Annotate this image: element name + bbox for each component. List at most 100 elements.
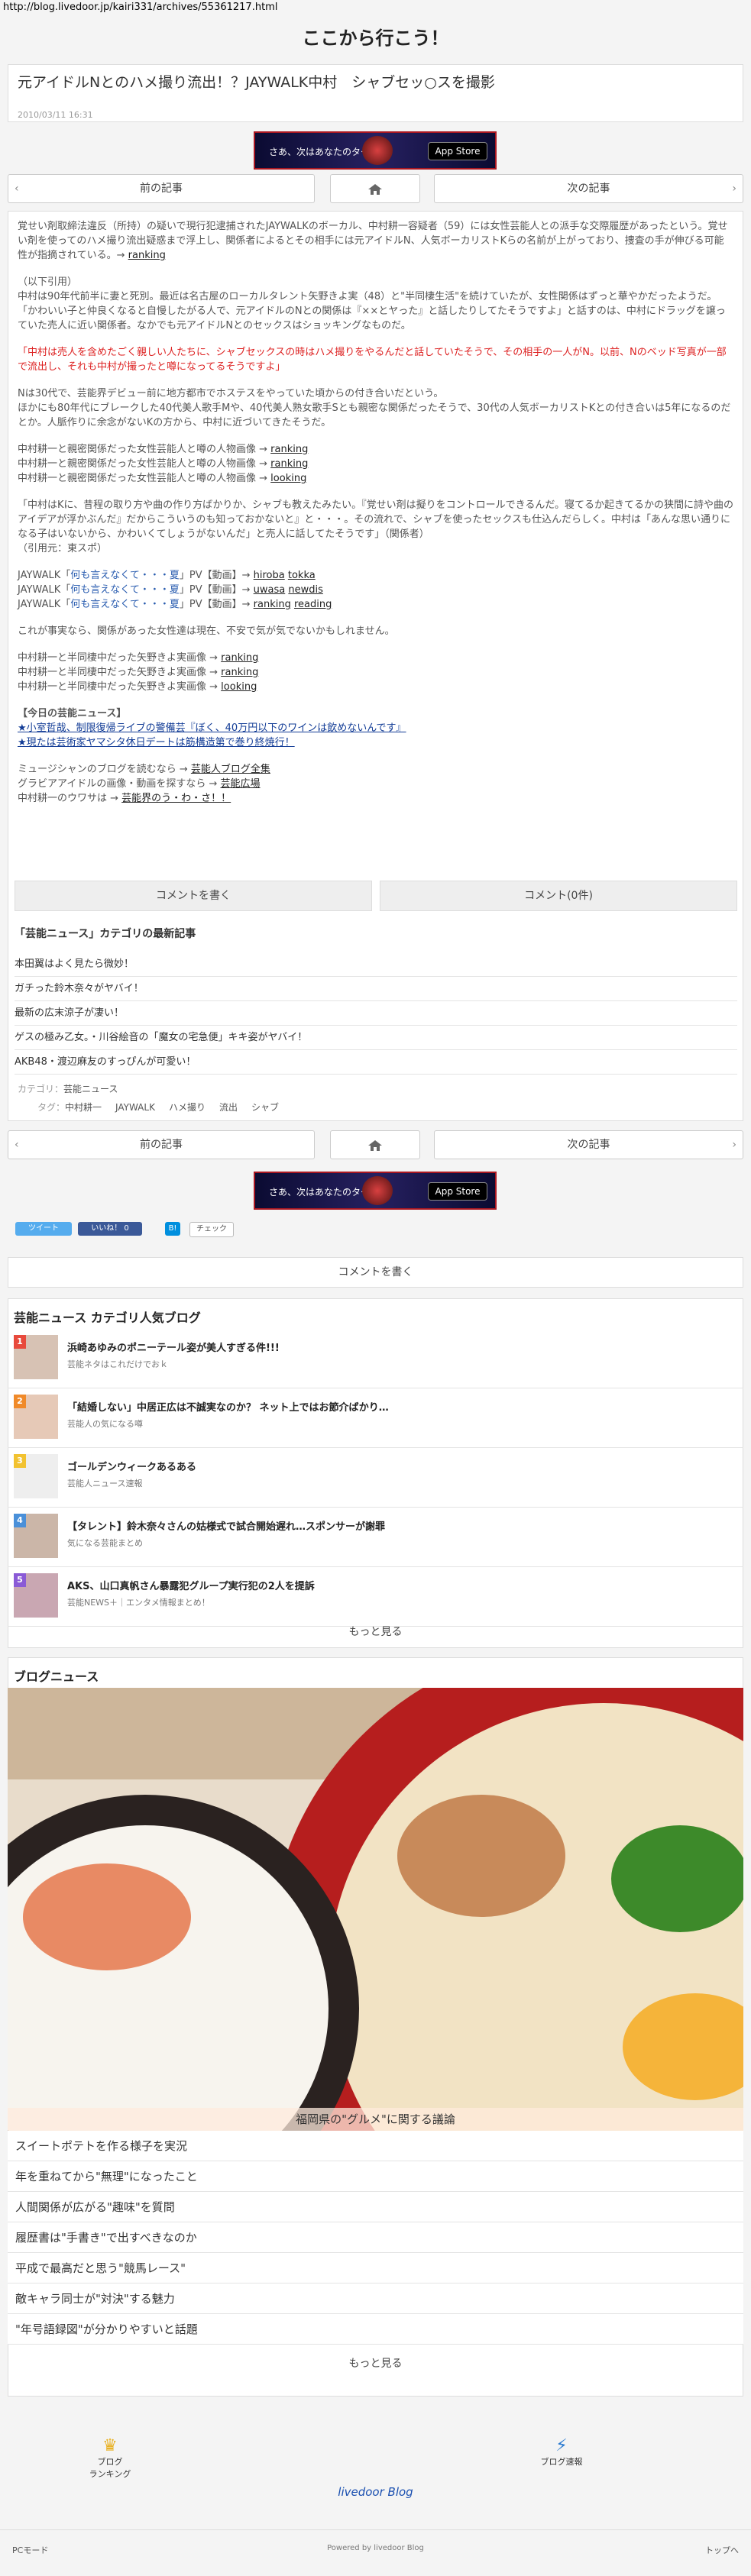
paragraph-3-highlight: 「中村は売人を含めたごく親しい人たちに、シャブセックスの時はハメ撮りをやるんだと… bbox=[18, 347, 727, 373]
footer-bar: PCモード Powered by livedoor Blog トップへ bbox=[0, 2529, 751, 2576]
image-link[interactable]: ranking bbox=[270, 458, 308, 470]
mixi-check-button[interactable]: チェック bbox=[189, 1222, 234, 1237]
tweet-button[interactable]: ツイート bbox=[15, 1222, 72, 1236]
comment-count-button[interactable]: コメント(0件) bbox=[380, 881, 737, 911]
blog-news-item[interactable]: 年を重ねてから"無理"になったこと bbox=[8, 2161, 743, 2192]
article-tags: タグ：中村耕一 JAYWALK ハメ撮り 流出 シャブ bbox=[37, 1102, 279, 1113]
latest-article-item[interactable]: ゲスの極み乙女。・川谷絵音の「魔女の宅急便」キキ姿がヤバイ！ bbox=[15, 1026, 737, 1050]
blog-news-item[interactable]: スイートポテトを作る様子を実況 bbox=[8, 2131, 743, 2161]
category-link[interactable]: 芸能ニュース bbox=[63, 1084, 118, 1094]
livedoor-blog-logo[interactable]: livedoor Blog bbox=[0, 2485, 751, 2499]
latest-article-item[interactable]: ガチった鈴木奈々がヤバイ！ bbox=[15, 977, 737, 1001]
image-link[interactable]: looking bbox=[221, 681, 257, 693]
image-link[interactable]: ranking bbox=[270, 444, 308, 455]
paragraph-2: （以下引用） 中村は90年代前半に妻と死別。最近は名古屋のローカルタレント矢野きよ… bbox=[18, 276, 726, 331]
popular-blog-item[interactable]: 4 【タレント】鈴木奈々さんの姑様式で試合開始遅れ…スポンサーが謝罪 気になる芸… bbox=[8, 1508, 743, 1567]
facebook-like-button[interactable]: いいね！ 0 bbox=[78, 1222, 142, 1236]
home-button[interactable] bbox=[330, 1130, 420, 1159]
article-pager-top: ‹ 前の記事 次の記事 › bbox=[8, 174, 743, 205]
pv-link[interactable]: reading bbox=[294, 599, 332, 610]
promo-link[interactable]: 芸能広場 bbox=[221, 778, 261, 790]
app-store-badge[interactable]: App Store bbox=[428, 1182, 487, 1201]
prev-article-button[interactable]: ‹ 前の記事 bbox=[8, 174, 315, 203]
tag-link[interactable]: 流出 bbox=[219, 1102, 238, 1113]
popular-blog-item[interactable]: 2 「結婚しない」中居正広は不誠実なのか？ ネット上ではお節介ばかり… 芸能人の… bbox=[8, 1388, 743, 1448]
write-comment-button[interactable]: コメントを書く bbox=[15, 881, 372, 911]
latest-article-item[interactable]: 最新の広末涼子が凄い！ bbox=[15, 1001, 737, 1026]
image-link[interactable]: looking bbox=[270, 473, 306, 484]
popular-blogs-more-button[interactable]: もっと見る bbox=[8, 1618, 743, 1648]
ranking-link[interactable]: ranking bbox=[128, 250, 166, 261]
home-icon bbox=[368, 1140, 382, 1151]
blog-news-item[interactable]: 人間関係が広がる"趣味"を質問 bbox=[8, 2192, 743, 2222]
blog-news-item[interactable]: "年号語録図"が分かりやすいと話題 bbox=[8, 2314, 743, 2345]
tag-link[interactable]: 中村耕一 bbox=[65, 1102, 102, 1113]
promo-link[interactable]: 芸能界のう・わ・さ！！ bbox=[121, 793, 231, 804]
article-category: カテゴリ：芸能ニュース bbox=[18, 1084, 118, 1094]
promo-link[interactable]: 芸能人ブログ全集 bbox=[191, 764, 270, 775]
pv-links: JAYWALK「何も言えなくて・・・夏」PV【動画】→ hiroba tokka… bbox=[18, 570, 332, 610]
blog-thumbnail: 5 bbox=[14, 1573, 58, 1618]
pv-link[interactable]: newdis bbox=[288, 584, 323, 596]
paragraph-1: 覚せい剤取締法違反（所持）の疑いで現行犯逮捕されたJAYWALKのボーカル、中村… bbox=[18, 221, 728, 261]
blog-thumbnail: 4 bbox=[14, 1514, 58, 1558]
pv-link[interactable]: uwasa bbox=[254, 584, 286, 596]
next-article-button[interactable]: 次の記事 › bbox=[434, 174, 743, 203]
blog-news-more-button[interactable]: もっと見る bbox=[8, 2349, 743, 2380]
featured-news-caption: 福岡県の"グルメ"に関する議論 bbox=[8, 2108, 743, 2131]
browser-url: http://blog.livedoor.jp/kairi331/archive… bbox=[3, 2, 278, 13]
home-icon bbox=[368, 184, 382, 195]
paragraph-5: 「中村はKに、昔程の取り方や曲の作り方ばかりか、シャブも教えたみたい。『覚せい剤… bbox=[18, 499, 733, 554]
blog-ranking-link[interactable]: ♛ ブログ ランキング bbox=[18, 2436, 202, 2480]
tag-link[interactable]: JAYWALK bbox=[115, 1102, 155, 1113]
food-photo bbox=[8, 1688, 743, 2131]
blog-news-item[interactable]: 履歴書は"手書き"で出すべきなのか bbox=[8, 2222, 743, 2253]
chevron-left-icon: ‹ bbox=[15, 1139, 19, 1151]
hatena-bookmark-button[interactable]: B! bbox=[165, 1222, 180, 1236]
image-link[interactable]: ranking bbox=[221, 667, 258, 678]
site-title[interactable]: ここから行こう！ bbox=[0, 23, 751, 50]
home-button[interactable] bbox=[330, 174, 420, 203]
tag-link[interactable]: ハメ撮り bbox=[169, 1102, 206, 1113]
today-news-link[interactable]: ★小室哲哉、制限復帰ライブの警備芸『ぼく、40万円以下のワインは飲めないんです』 bbox=[18, 722, 406, 734]
pv-link[interactable]: hiroba bbox=[254, 570, 285, 581]
blog-thumbnail: 3 bbox=[14, 1454, 58, 1498]
article-pager-bottom: ‹ 前の記事 次の記事 › bbox=[8, 1130, 743, 1161]
today-news: 【今日の芸能ニュース】 ★小室哲哉、制限復帰ライブの警備芸『ぼく、40万円以下の… bbox=[18, 708, 406, 748]
article-header: 元アイドルNとのハメ撮り流出！？JAYWALK中村 シャブセッ○スを撮影 201… bbox=[8, 64, 743, 122]
next-article-button[interactable]: 次の記事 › bbox=[434, 1130, 743, 1159]
next-article-label: 次の記事 bbox=[567, 183, 610, 195]
popular-blog-item[interactable]: 3 ゴールデンウィークあるある 芸能人ニュース速報 bbox=[8, 1448, 743, 1508]
banner-character-icon bbox=[362, 1176, 393, 1205]
app-store-badge[interactable]: App Store bbox=[428, 142, 487, 160]
app-banner-bottom[interactable]: さあ、次はあなたのターン App Store bbox=[254, 1172, 497, 1210]
latest-article-item[interactable]: 本田翼はよく見たら微妙！ bbox=[15, 952, 737, 977]
promo-links: ミュージシャンのブログを読むなら → 芸能人ブログ全集 グラビアアイドルの画像・… bbox=[18, 764, 270, 804]
latest-article-item[interactable]: AKB48・渡辺麻友のすっぴんが可愛い！ bbox=[15, 1050, 737, 1075]
powered-by-text: Powered by livedoor Blog bbox=[327, 2544, 424, 2552]
crown-icon: ♛ bbox=[102, 2436, 118, 2455]
to-top-link[interactable]: トップへ bbox=[705, 2544, 739, 2556]
pv-link[interactable]: tokka bbox=[288, 570, 316, 581]
blog-news-item[interactable]: 平成で最高だと思う"競馬レース" bbox=[8, 2253, 743, 2283]
pv-link[interactable]: ranking bbox=[254, 599, 291, 610]
lightning-icon: ⚡ bbox=[555, 2436, 568, 2455]
article-body: 覚せい剤取締法違反（所持）の疑いで現行犯逮捕されたJAYWALKのボーカル、中村… bbox=[8, 211, 743, 1121]
paragraph-6: これが事実なら、関係があった女性達は現在、不安で気が気でないかもしれません。 bbox=[18, 625, 395, 637]
blog-news-item[interactable]: 敵キャラ同士が"対決"する魅力 bbox=[8, 2283, 743, 2314]
popular-blog-item[interactable]: 1 浜崎あゆみのポニーテール姿が美人すぎる件!!! 芸能ネタはこれだけでおｋ bbox=[8, 1329, 743, 1388]
image-link[interactable]: ranking bbox=[221, 652, 258, 664]
write-comment-button-bottom[interactable]: コメントを書く bbox=[8, 1257, 743, 1288]
tag-link[interactable]: シャブ bbox=[251, 1102, 279, 1113]
prev-article-button[interactable]: ‹ 前の記事 bbox=[8, 1130, 315, 1159]
article-title: 元アイドルNとのハメ撮り流出！？JAYWALK中村 シャブセッ○スを撮影 bbox=[18, 74, 495, 91]
today-news-link[interactable]: ★現たは芸術家ヤマシタ休日デートは筋構造第で巻り終焼行！ bbox=[18, 737, 295, 748]
banner-character-icon bbox=[362, 136, 393, 165]
app-banner[interactable]: さあ、次はあなたのターン App Store bbox=[254, 131, 497, 170]
chevron-right-icon: › bbox=[732, 1139, 736, 1151]
blog-news-featured-image[interactable]: 福岡県の"グルメ"に関する議論 bbox=[8, 1688, 743, 2131]
chevron-left-icon: ‹ bbox=[15, 183, 19, 195]
blog-news-link[interactable]: ⚡ ブログ速報 bbox=[470, 2436, 653, 2468]
blog-news-title: ブログニュース bbox=[14, 1669, 99, 1684]
blog-thumbnail: 1 bbox=[14, 1335, 58, 1379]
